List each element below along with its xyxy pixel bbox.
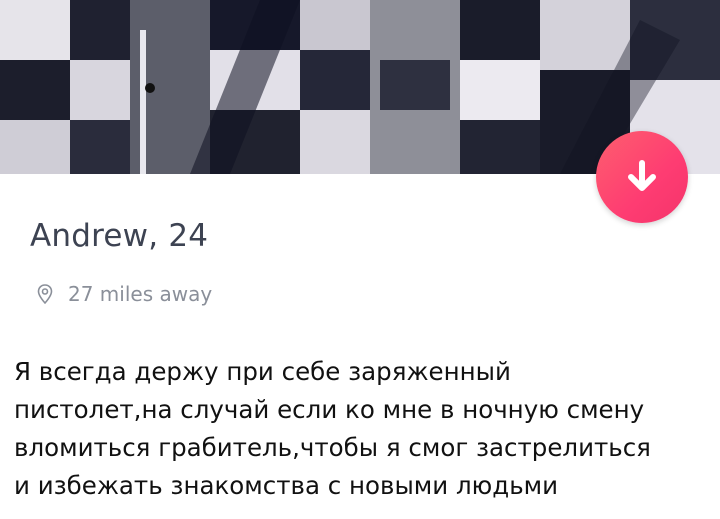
map-pin-icon [34,283,56,305]
arrow-down-icon [628,160,656,191]
meme-caption: Я всегда держу при себе заряженный писто… [14,357,651,500]
caption-area: Я всегда держу при себе заряженный писто… [0,339,720,519]
profile-distance: 27 miles away [68,282,213,306]
profile-name-age: Andrew, 24 [30,218,209,254]
profile-location: 27 miles away [34,282,212,306]
collapse-profile-button[interactable] [596,131,688,223]
